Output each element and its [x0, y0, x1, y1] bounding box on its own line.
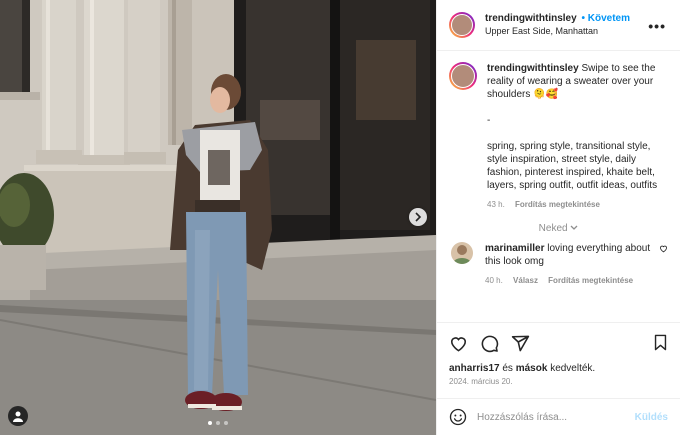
- comment-input[interactable]: [477, 411, 627, 423]
- follow-label[interactable]: Követem: [588, 13, 630, 24]
- share-icon: [511, 335, 530, 351]
- emoji-button[interactable]: [449, 408, 467, 426]
- comment-button[interactable]: [480, 334, 499, 353]
- caption-username[interactable]: trendingwithtinsley: [487, 63, 579, 74]
- emoji-icon: [449, 408, 467, 426]
- follow-button[interactable]: • Követem: [581, 13, 630, 24]
- caption-avatar[interactable]: [449, 62, 477, 90]
- comment-filter[interactable]: Neked: [449, 223, 668, 234]
- photo-scene: [0, 0, 436, 435]
- post-location[interactable]: Upper East Side, Manhattan: [485, 25, 630, 38]
- comment-item: marinamiller loving everything about thi…: [449, 242, 668, 287]
- likes-summary: anharris17 és mások kedvelték.: [449, 363, 668, 374]
- comment-translate-link[interactable]: Fordítás megtekintése: [548, 276, 633, 285]
- comment-time[interactable]: 40 h.: [485, 276, 503, 285]
- user-tag-icon: [13, 411, 23, 422]
- more-options-button[interactable]: •••: [648, 18, 666, 34]
- reply-link[interactable]: Válasz: [513, 276, 538, 285]
- post-date[interactable]: 2024. március 20.: [449, 377, 668, 386]
- send-comment-button[interactable]: Küldés: [635, 412, 668, 423]
- chevron-right-icon: [415, 212, 422, 222]
- save-button[interactable]: [653, 334, 668, 354]
- bookmark-icon: [654, 334, 667, 351]
- add-comment-bar: Küldés: [437, 398, 680, 435]
- caption: trendingwithtinsley Swipe to see the rea…: [449, 62, 668, 211]
- carousel-dot: [208, 421, 212, 425]
- heart-icon: [660, 245, 667, 253]
- author-avatar[interactable]: [449, 12, 475, 38]
- post-actions: anharris17 és mások kedvelték. 2024. már…: [437, 322, 680, 386]
- share-button[interactable]: [511, 334, 530, 353]
- caption-time[interactable]: 43 h.: [487, 200, 505, 209]
- comment-filter-label[interactable]: Neked: [539, 223, 568, 234]
- commenter-avatar[interactable]: [451, 242, 473, 264]
- others-link[interactable]: mások: [516, 363, 548, 374]
- liker-username[interactable]: anharris17: [449, 363, 500, 374]
- comment-icon: [481, 335, 499, 352]
- comments-section: trendingwithtinsley Swipe to see the rea…: [437, 52, 680, 322]
- heart-icon: [450, 336, 467, 352]
- caption-translate-link[interactable]: Fordítás megtekintése: [515, 200, 600, 209]
- commenter-username[interactable]: marinamiller: [485, 243, 544, 254]
- likes-conj: és: [502, 363, 513, 374]
- carousel-dot: [216, 421, 220, 425]
- caption-text: Swipe to see the reality of wearing a sw…: [487, 63, 658, 191]
- chevron-down-icon: [570, 225, 578, 230]
- post-header: trendingwithtinsley • Követem Upper East…: [437, 0, 680, 51]
- likes-suffix: kedvelték.: [550, 363, 596, 374]
- post-side-panel: trendingwithtinsley • Követem Upper East…: [436, 0, 680, 435]
- comment-like-button[interactable]: [659, 244, 668, 256]
- carousel-indicators: [0, 421, 436, 425]
- next-slide-button[interactable]: [409, 208, 427, 226]
- post-photo[interactable]: [0, 0, 436, 435]
- like-button[interactable]: [449, 334, 468, 353]
- carousel-dot: [224, 421, 228, 425]
- author-username[interactable]: trendingwithtinsley: [485, 13, 577, 24]
